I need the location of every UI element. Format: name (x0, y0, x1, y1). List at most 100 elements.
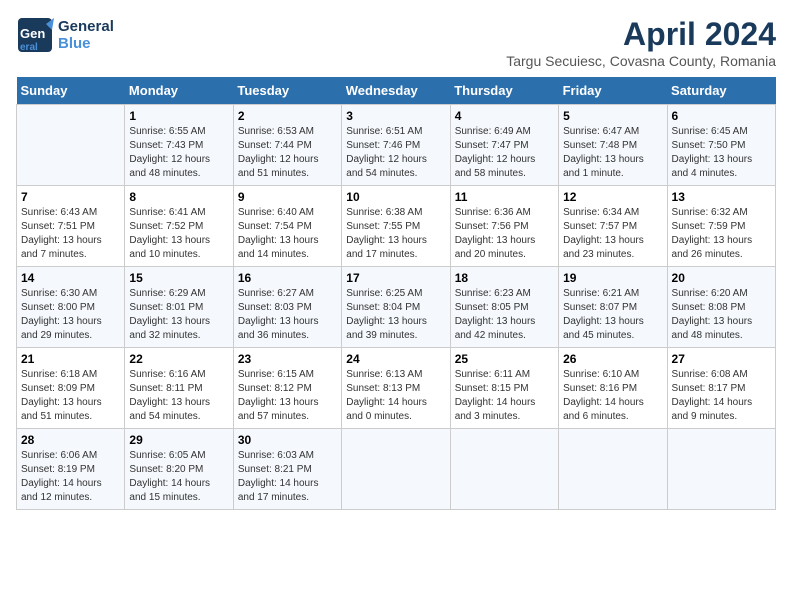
day-number: 2 (238, 109, 337, 123)
day-number: 27 (672, 352, 771, 366)
day-number: 20 (672, 271, 771, 285)
calendar-cell: 24 Sunrise: 6:13 AMSunset: 8:13 PMDayligh… (342, 348, 450, 429)
day-number: 22 (129, 352, 228, 366)
calendar-cell: 21Sunrise: 6:18 AMSunset: 8:09 PMDayligh… (17, 348, 125, 429)
calendar-cell: 22 Sunrise: 6:16 AMSunset: 8:11 PMDayligh… (125, 348, 233, 429)
day-number: 15 (129, 271, 228, 285)
calendar-cell: 10Sunrise: 6:38 AMSunset: 7:55 PMDayligh… (342, 186, 450, 267)
day-header-tuesday: Tuesday (233, 77, 341, 105)
day-detail: Sunrise: 6:55 AMSunset: 7:43 PMDaylight:… (129, 125, 228, 181)
day-detail: Sunrise: 6:25 AMSunset: 8:04 PMDaylight:… (346, 287, 445, 343)
calendar-cell: 8 Sunrise: 6:41 AMSunset: 7:52 PMDaylight… (125, 186, 233, 267)
calendar-cell (17, 105, 125, 186)
calendar-cell: 16Sunrise: 6:27 AMSunset: 8:03 PMDayligh… (233, 267, 341, 348)
day-detail: Sunrise: 6:34 AMSunset: 7:57 PMDaylight:… (563, 206, 662, 262)
week-row-5: 28 Sunrise: 6:06 AMSunset: 8:19 PMDayligh… (17, 429, 776, 510)
calendar-cell: 18 Sunrise: 6:23 AMSunset: 8:05 PMDayligh… (450, 267, 558, 348)
day-header-monday: Monday (125, 77, 233, 105)
day-number: 9 (238, 190, 337, 204)
week-row-2: 7 Sunrise: 6:43 AMSunset: 7:51 PMDaylight… (17, 186, 776, 267)
day-detail: Sunrise: 6:15 AMSunset: 8:12 PMDaylight:… (238, 368, 337, 424)
day-number: 23 (238, 352, 337, 366)
day-header-friday: Friday (559, 77, 667, 105)
calendar-cell: 12 Sunrise: 6:34 AMSunset: 7:57 PMDayligh… (559, 186, 667, 267)
day-detail: Sunrise: 6:32 AMSunset: 7:59 PMDaylight:… (672, 206, 771, 262)
day-number: 4 (455, 109, 554, 123)
day-detail: Sunrise: 6:49 AMSunset: 7:47 PMDaylight:… (455, 125, 554, 181)
day-detail: Sunrise: 6:16 AMSunset: 8:11 PMDaylight:… (129, 368, 228, 424)
day-detail: Sunrise: 6:47 AMSunset: 7:48 PMDaylight:… (563, 125, 662, 181)
day-number: 28 (21, 433, 120, 447)
calendar-cell (342, 429, 450, 510)
day-number: 30 (238, 433, 337, 447)
calendar-cell: 15 Sunrise: 6:29 AMSunset: 8:01 PMDayligh… (125, 267, 233, 348)
day-detail: Sunrise: 6:08 AMSunset: 8:17 PMDaylight:… (672, 368, 771, 424)
calendar-cell: 29Sunrise: 6:05 AMSunset: 8:20 PMDayligh… (125, 429, 233, 510)
calendar-cell: 1 Sunrise: 6:55 AMSunset: 7:43 PMDaylight… (125, 105, 233, 186)
svg-text:Gen: Gen (20, 26, 45, 41)
calendar-cell: 4 Sunrise: 6:49 AMSunset: 7:47 PMDaylight… (450, 105, 558, 186)
calendar-cell: 3 Sunrise: 6:51 AMSunset: 7:46 PMDaylight… (342, 105, 450, 186)
day-header-saturday: Saturday (667, 77, 775, 105)
main-title: April 2024 (506, 16, 776, 53)
day-detail: Sunrise: 6:43 AMSunset: 7:51 PMDaylight:… (21, 206, 120, 262)
calendar-cell: 30 Sunrise: 6:03 AMSunset: 8:21 PMDayligh… (233, 429, 341, 510)
calendar-cell: 6Sunrise: 6:45 AMSunset: 7:50 PMDaylight… (667, 105, 775, 186)
day-detail: Sunrise: 6:51 AMSunset: 7:46 PMDaylight:… (346, 125, 445, 181)
day-detail: Sunrise: 6:23 AMSunset: 8:05 PMDaylight:… (455, 287, 554, 343)
calendar-cell: 11 Sunrise: 6:36 AMSunset: 7:56 PMDayligh… (450, 186, 558, 267)
day-detail: Sunrise: 6:41 AMSunset: 7:52 PMDaylight:… (129, 206, 228, 262)
day-number: 24 (346, 352, 445, 366)
calendar-cell: 7 Sunrise: 6:43 AMSunset: 7:51 PMDaylight… (17, 186, 125, 267)
svg-text:eral: eral (20, 42, 38, 53)
day-number: 11 (455, 190, 554, 204)
day-number: 3 (346, 109, 445, 123)
day-number: 14 (21, 271, 120, 285)
day-number: 26 (563, 352, 662, 366)
calendar-cell: 9Sunrise: 6:40 AMSunset: 7:54 PMDaylight… (233, 186, 341, 267)
calendar-cell (559, 429, 667, 510)
day-detail: Sunrise: 6:03 AMSunset: 8:21 PMDaylight:… (238, 449, 337, 505)
calendar-header-row: SundayMondayTuesdayWednesdayThursdayFrid… (17, 77, 776, 105)
day-detail: Sunrise: 6:29 AMSunset: 8:01 PMDaylight:… (129, 287, 228, 343)
day-number: 19 (563, 271, 662, 285)
calendar-cell (450, 429, 558, 510)
title-area: April 2024 Targu Secuiesc, Covasna Count… (506, 16, 776, 69)
calendar-cell: 20 Sunrise: 6:20 AMSunset: 8:08 PMDayligh… (667, 267, 775, 348)
week-row-1: 1 Sunrise: 6:55 AMSunset: 7:43 PMDaylight… (17, 105, 776, 186)
day-number: 5 (563, 109, 662, 123)
calendar-cell: 5 Sunrise: 6:47 AMSunset: 7:48 PMDaylight… (559, 105, 667, 186)
day-detail: Sunrise: 6:20 AMSunset: 8:08 PMDaylight:… (672, 287, 771, 343)
day-detail: Sunrise: 6:13 AMSunset: 8:13 PMDaylight:… (346, 368, 445, 424)
week-row-3: 14 Sunrise: 6:30 AMSunset: 8:00 PMDayligh… (17, 267, 776, 348)
day-number: 29 (129, 433, 228, 447)
calendar-cell: 23 Sunrise: 6:15 AMSunset: 8:12 PMDayligh… (233, 348, 341, 429)
logo-blue: Blue (58, 35, 114, 52)
logo: Gen eral General Blue (16, 16, 114, 54)
day-number: 12 (563, 190, 662, 204)
day-detail: Sunrise: 6:53 AMSunset: 7:44 PMDaylight:… (238, 125, 337, 181)
calendar-cell: 17Sunrise: 6:25 AMSunset: 8:04 PMDayligh… (342, 267, 450, 348)
calendar-cell: 28 Sunrise: 6:06 AMSunset: 8:19 PMDayligh… (17, 429, 125, 510)
calendar-cell: 2 Sunrise: 6:53 AMSunset: 7:44 PMDaylight… (233, 105, 341, 186)
day-number: 8 (129, 190, 228, 204)
calendar-cell: 19 Sunrise: 6:21 AMSunset: 8:07 PMDayligh… (559, 267, 667, 348)
calendar-table: SundayMondayTuesdayWednesdayThursdayFrid… (16, 77, 776, 510)
day-number: 7 (21, 190, 120, 204)
day-detail: Sunrise: 6:30 AMSunset: 8:00 PMDaylight:… (21, 287, 120, 343)
day-number: 1 (129, 109, 228, 123)
calendar-cell: 14 Sunrise: 6:30 AMSunset: 8:00 PMDayligh… (17, 267, 125, 348)
day-detail: Sunrise: 6:06 AMSunset: 8:19 PMDaylight:… (21, 449, 120, 505)
day-detail: Sunrise: 6:10 AMSunset: 8:16 PMDaylight:… (563, 368, 662, 424)
day-number: 18 (455, 271, 554, 285)
calendar-cell: 25Sunrise: 6:11 AMSunset: 8:15 PMDayligh… (450, 348, 558, 429)
day-detail: Sunrise: 6:45 AMSunset: 7:50 PMDaylight:… (672, 125, 771, 181)
day-detail: Sunrise: 6:21 AMSunset: 8:07 PMDaylight:… (563, 287, 662, 343)
header: Gen eral General Blue April 2024 Targu S… (16, 16, 776, 69)
week-row-4: 21Sunrise: 6:18 AMSunset: 8:09 PMDayligh… (17, 348, 776, 429)
day-detail: Sunrise: 6:36 AMSunset: 7:56 PMDaylight:… (455, 206, 554, 262)
day-header-thursday: Thursday (450, 77, 558, 105)
day-header-sunday: Sunday (17, 77, 125, 105)
day-number: 13 (672, 190, 771, 204)
day-header-wednesday: Wednesday (342, 77, 450, 105)
